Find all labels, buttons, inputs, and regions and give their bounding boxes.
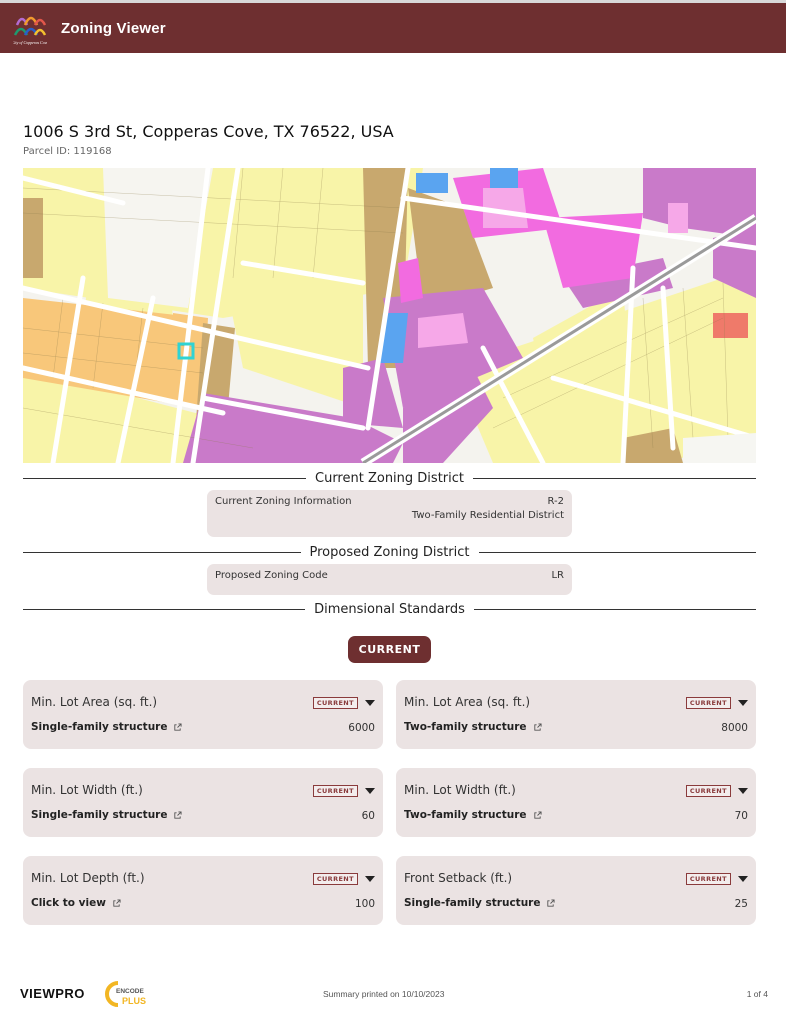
divider [473, 477, 756, 479]
current-zoning-description: Two-Family Residential District [411, 510, 564, 521]
proposed-zoning-heading: Proposed Zoning District [23, 543, 757, 561]
standard-card: Min. Lot Area (sq. ft.) CURRENT Two-fami… [396, 680, 756, 749]
current-zoning-card: Current Zoning Information R-2 Two-Famil… [207, 490, 572, 537]
standard-name: Min. Lot Area (sq. ft.) [31, 695, 158, 709]
divider [23, 608, 306, 610]
zoning-map[interactable] [23, 168, 756, 463]
section-title: Dimensional Standards [314, 601, 465, 617]
section-title: Proposed Zoning District [309, 544, 470, 560]
divider [23, 477, 306, 479]
app-title: Zoning Viewer [61, 19, 166, 37]
app-header: City of Copperas Cove Zoning Viewer [0, 3, 786, 53]
external-link-icon [113, 898, 121, 907]
standard-card: Min. Lot Depth (ft.) CURRENT Click to vi… [23, 856, 383, 925]
section-title: Current Zoning District [315, 470, 464, 486]
proposed-zoning-card: Proposed Zoning Code LR [207, 564, 572, 595]
page-indicator: 1 of 4 [746, 989, 768, 999]
current-badge: CURRENT [685, 785, 731, 797]
chevron-down-icon[interactable] [738, 700, 748, 706]
current-badge: CURRENT [685, 697, 731, 709]
parcel-id: Parcel ID: 119168 [23, 146, 112, 157]
printed-date: Summary printed on 10/10/2023 [323, 989, 445, 999]
viewpro-logo: VIEWPRO [20, 986, 85, 1001]
city-logo-icon: City of Copperas Cove [12, 16, 48, 45]
structure-link[interactable]: Single-family structure [404, 897, 556, 909]
standard-value: 60 [361, 810, 375, 822]
standard-name: Min. Lot Width (ft.) [31, 783, 143, 797]
current-toggle-button[interactable]: CURRENT [348, 636, 431, 663]
standard-value: 25 [734, 898, 748, 910]
svg-text:City of Copperas Cove: City of Copperas Cove [13, 40, 47, 45]
current-zoning-heading: Current Zoning District [23, 469, 756, 487]
structure-link-label: Single-family structure [31, 809, 168, 821]
standard-name: Front Setback (ft.) [404, 871, 513, 885]
zone-open-southeast [683, 433, 756, 463]
structure-link[interactable]: Click to view [31, 897, 121, 909]
plus-text: PLUS [122, 996, 146, 1006]
zone-b2-east [668, 203, 688, 233]
standard-card: Min. Lot Width (ft.) CURRENT Single-fami… [23, 768, 383, 837]
zone-commercial [713, 313, 748, 338]
standard-value: 8000 [721, 722, 748, 734]
zone-b2-mid [418, 313, 468, 348]
standard-value: 70 [734, 810, 748, 822]
external-link-icon [533, 810, 542, 819]
standard-card: Min. Lot Area (sq. ft.) CURRENT Single-f… [23, 680, 383, 749]
chevron-down-icon[interactable] [365, 876, 375, 882]
structure-link[interactable]: Single-family structure [31, 809, 183, 821]
standard-name: Min. Lot Area (sq. ft.) [404, 695, 531, 709]
external-link-icon [174, 810, 183, 819]
chevron-down-icon[interactable] [365, 700, 375, 706]
city-logo: City of Copperas Cove [12, 9, 48, 47]
structure-link[interactable]: Single-family structure [31, 721, 183, 733]
current-badge: CURRENT [312, 697, 358, 709]
divider [23, 551, 301, 553]
chevron-down-icon[interactable] [365, 788, 375, 794]
external-link-icon [533, 722, 542, 731]
divider [478, 551, 757, 553]
structure-link[interactable]: Two-family structure [404, 809, 542, 821]
property-address: 1006 S 3rd St, Copperas Cove, TX 76522, … [23, 122, 394, 141]
structure-link-label: Single-family structure [404, 897, 541, 909]
proposed-zoning-code: LR [551, 570, 564, 581]
current-badge: CURRENT [312, 873, 358, 885]
standard-value: 100 [354, 898, 375, 910]
external-link-icon [174, 722, 183, 731]
standard-name: Min. Lot Width (ft.) [404, 783, 516, 797]
zone-r3-west [23, 198, 43, 278]
zone-public-north2 [490, 168, 518, 188]
zone-public-north [416, 173, 448, 193]
structure-link-label: Two-family structure [404, 721, 527, 733]
encode-text: ENCODE [116, 988, 144, 995]
external-link-icon [547, 898, 556, 907]
proposed-zoning-label: Proposed Zoning Code [215, 570, 328, 581]
zoning-map-canvas[interactable] [23, 168, 756, 463]
structure-link-label: Two-family structure [404, 809, 527, 821]
standard-card: Min. Lot Width (ft.) CURRENT Two-family … [396, 768, 756, 837]
divider [473, 608, 757, 610]
dimensional-standards-heading: Dimensional Standards [23, 600, 757, 618]
structure-link[interactable]: Two-family structure [404, 721, 542, 733]
current-badge: CURRENT [685, 873, 731, 885]
structure-link-label: Single-family structure [31, 721, 168, 733]
encode-plus-logo: ENCODE PLUS [105, 981, 146, 1007]
chevron-down-icon[interactable] [738, 788, 748, 794]
current-badge: CURRENT [312, 785, 358, 797]
chevron-down-icon[interactable] [738, 876, 748, 882]
current-zoning-label: Current Zoning Information [215, 496, 352, 507]
current-zoning-code: R-2 [547, 496, 564, 507]
structure-link-label: Click to view [31, 897, 106, 909]
standard-card: Front Setback (ft.) CURRENT Single-famil… [396, 856, 756, 925]
standard-name: Min. Lot Depth (ft.) [31, 871, 145, 885]
standard-value: 6000 [348, 722, 375, 734]
